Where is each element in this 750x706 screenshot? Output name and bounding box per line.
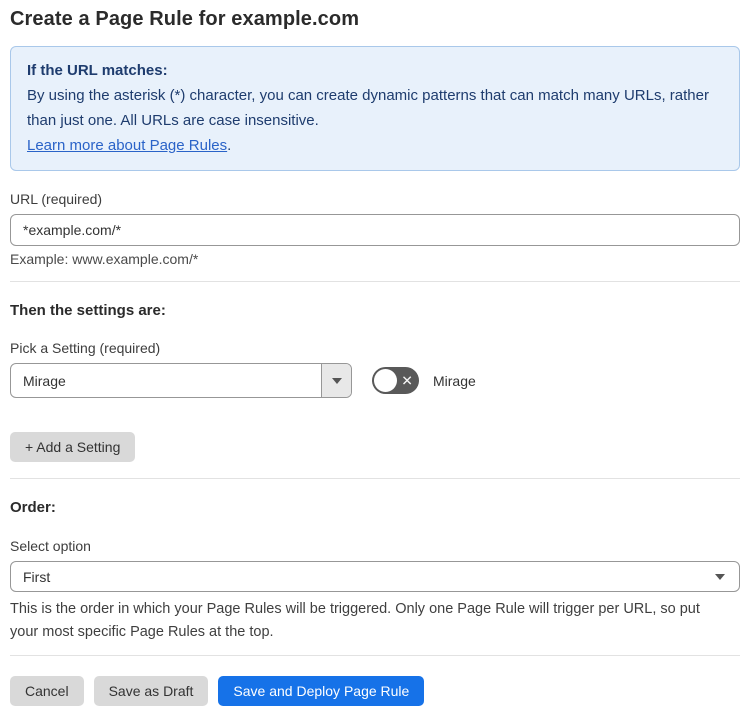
url-field-label: URL (required) <box>10 191 103 207</box>
order-select[interactable]: First <box>10 561 740 592</box>
save-and-deploy-button[interactable]: Save and Deploy Page Rule <box>218 676 425 706</box>
mirage-toggle[interactable]: ✕ <box>372 367 419 394</box>
divider <box>10 478 740 479</box>
info-box-body: By using the asterisk (*) character, you… <box>27 87 709 129</box>
footer-actions: Cancel Save as Draft Save and Deploy Pag… <box>10 676 740 706</box>
order-section-heading: Order: <box>10 499 56 516</box>
divider <box>10 655 740 656</box>
divider <box>10 281 740 282</box>
url-example-text: Example: www.example.com/* <box>10 251 199 267</box>
info-box-heading: If the URL matches: <box>27 62 168 79</box>
page-rule-form: Create a Page Rule for example.com If th… <box>0 0 750 706</box>
order-help-text: This is the order in which your Page Rul… <box>10 601 700 640</box>
url-match-info-box: If the URL matches: By using the asteris… <box>10 46 740 171</box>
settings-section-heading: Then the settings are: <box>10 302 166 319</box>
chevron-down-icon <box>715 573 725 580</box>
info-box-link-line: Learn more about Page Rules. <box>27 133 723 158</box>
learn-more-link[interactable]: Learn more about Page Rules <box>27 137 227 154</box>
save-as-draft-button[interactable]: Save as Draft <box>93 676 209 706</box>
setting-dropdown-button[interactable] <box>321 364 351 397</box>
page-title: Create a Page Rule for example.com <box>10 8 360 30</box>
toggle-label: Mirage <box>433 372 476 389</box>
cancel-button[interactable]: Cancel <box>10 676 84 706</box>
setting-row: Mirage ✕ Mirage <box>10 363 740 398</box>
url-input[interactable] <box>10 214 740 246</box>
chevron-down-icon <box>331 377 342 384</box>
pick-setting-label: Pick a Setting (required) <box>10 340 161 356</box>
order-select-value: First <box>23 568 51 585</box>
toggle-off-x-icon: ✕ <box>401 372 413 389</box>
link-period: . <box>227 137 232 154</box>
setting-dropdown-value: Mirage <box>23 372 66 389</box>
add-setting-button[interactable]: + Add a Setting <box>10 432 136 462</box>
order-select-label: Select option <box>10 538 91 554</box>
setting-dropdown[interactable]: Mirage <box>10 363 352 398</box>
toggle-knob <box>374 369 397 392</box>
